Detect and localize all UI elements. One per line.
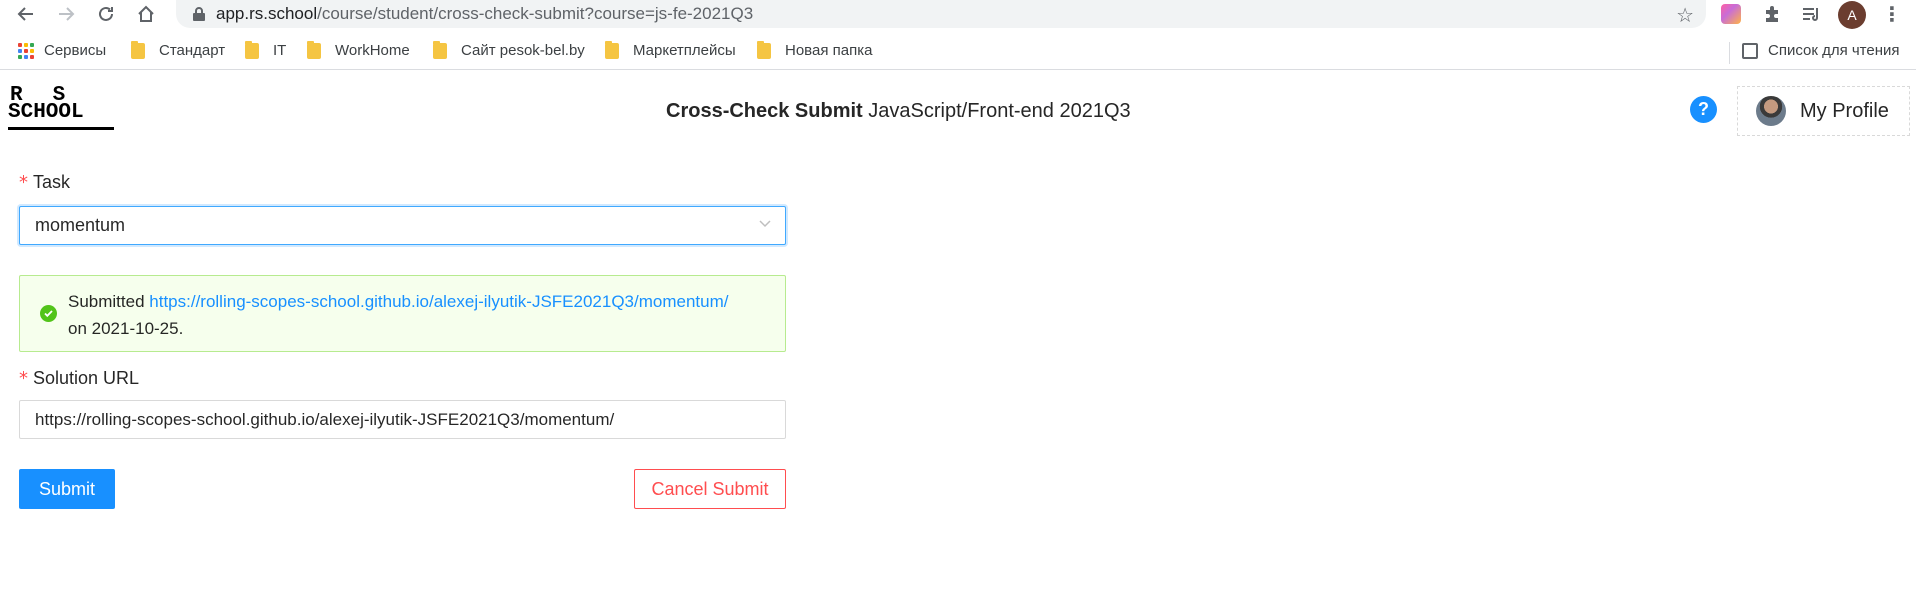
reload-icon[interactable] [94, 2, 118, 26]
bookmark-label: Сайт pesok-bel.by [461, 42, 585, 59]
url-path: /course/student/cross-check-submit?cours… [317, 4, 754, 23]
apps-grid-icon [18, 42, 34, 59]
cancel-submit-button[interactable]: Cancel Submit [634, 469, 786, 509]
bookmark-label: Новая папка [785, 42, 873, 59]
bookmark-folder[interactable]: Стандарт [131, 40, 226, 59]
forward-arrow-icon[interactable] [54, 2, 78, 26]
required-mark: * [19, 172, 28, 193]
home-icon[interactable] [134, 2, 158, 26]
my-profile-button[interactable]: My Profile [1737, 86, 1910, 136]
bookmark-folder[interactable]: Маркетплейсы [605, 40, 736, 59]
folder-icon [605, 40, 619, 59]
browser-toolbar: app.rs.school/course/student/cross-check… [0, 0, 1916, 29]
back-arrow-icon[interactable] [14, 2, 38, 26]
reading-list-icon [1742, 42, 1758, 59]
bookmark-folder[interactable]: IT [245, 40, 287, 59]
rs-school-logo[interactable]: RS SCHOOL [8, 84, 116, 130]
submitted-link[interactable]: https://rolling-scopes-school.github.io/… [149, 292, 728, 311]
page-title: Cross-Check Submit JavaScript/Front-end … [666, 100, 1131, 123]
page-title-bold: Cross-Check Submit [666, 100, 863, 122]
folder-icon [307, 40, 321, 59]
logo-underline [8, 127, 114, 130]
page-title-course: JavaScript/Front-end 2021Q3 [862, 100, 1131, 122]
folder-icon [245, 40, 259, 59]
browser-profile-avatar[interactable]: A [1838, 1, 1866, 29]
bookmark-label: WorkHome [335, 42, 410, 59]
extension-colorful-icon[interactable] [1720, 3, 1742, 25]
check-circle-icon [40, 305, 57, 322]
media-queue-icon[interactable] [1800, 3, 1822, 25]
profile-label: My Profile [1800, 99, 1889, 122]
folder-icon [433, 40, 447, 59]
logo-line-2: SCHOOL [8, 101, 84, 124]
submit-button[interactable]: Submit [19, 469, 115, 509]
bookmark-folder[interactable]: Новая папка [757, 40, 873, 59]
reading-list-label: Список для чтения [1768, 42, 1900, 59]
bookmark-star-icon[interactable]: ☆ [1676, 3, 1694, 28]
help-icon[interactable]: ? [1690, 96, 1717, 123]
bookmarks-bar: Сервисы Стандарт IT WorkHome Сайт pesok-… [0, 36, 1916, 70]
url-host: app.rs.school [216, 4, 318, 23]
address-bar[interactable]: app.rs.school/course/student/cross-check… [176, 0, 1706, 28]
bookmark-services[interactable]: Сервисы [18, 42, 106, 59]
lock-icon[interactable] [192, 6, 206, 22]
required-mark: * [19, 368, 28, 389]
reading-list-button[interactable]: Список для чтения [1742, 42, 1900, 59]
extensions-puzzle-icon[interactable] [1761, 3, 1783, 25]
bookmark-label: Маркетплейсы [633, 42, 736, 59]
solution-url-label-text: Solution URL [33, 368, 140, 388]
alert-message: Submitted https://rolling-scopes-school.… [68, 288, 768, 342]
submission-alert: Submitted https://rolling-scopes-school.… [19, 275, 786, 352]
bookmark-folder[interactable]: Сайт pesok-bel.by [433, 40, 585, 59]
bookmark-label: Сервисы [44, 42, 107, 59]
alert-prefix: Submitted [68, 292, 150, 311]
solution-url-input[interactable] [19, 400, 786, 439]
bookmark-label: Стандарт [159, 42, 226, 59]
browser-menu-icon[interactable]: ⋮ [1882, 2, 1902, 27]
chevron-down-icon [759, 220, 771, 228]
task-label: * Task [19, 172, 70, 193]
task-label-text: Task [33, 172, 71, 192]
folder-icon [131, 40, 145, 59]
folder-icon [757, 40, 771, 59]
alert-suffix: on 2021-10-25. [68, 319, 184, 338]
url-text: app.rs.school/course/student/cross-check… [216, 4, 753, 24]
task-select-value: momentum [35, 215, 126, 235]
bookmark-folder[interactable]: WorkHome [307, 40, 410, 59]
app-header: RS SCHOOL Cross-Check Submit JavaScript/… [0, 78, 1916, 150]
avatar [1756, 96, 1786, 126]
bookmarks-divider [1729, 42, 1730, 64]
task-select[interactable]: momentum [19, 206, 786, 245]
bookmark-label: IT [273, 42, 287, 59]
solution-url-label: * Solution URL [19, 368, 139, 389]
